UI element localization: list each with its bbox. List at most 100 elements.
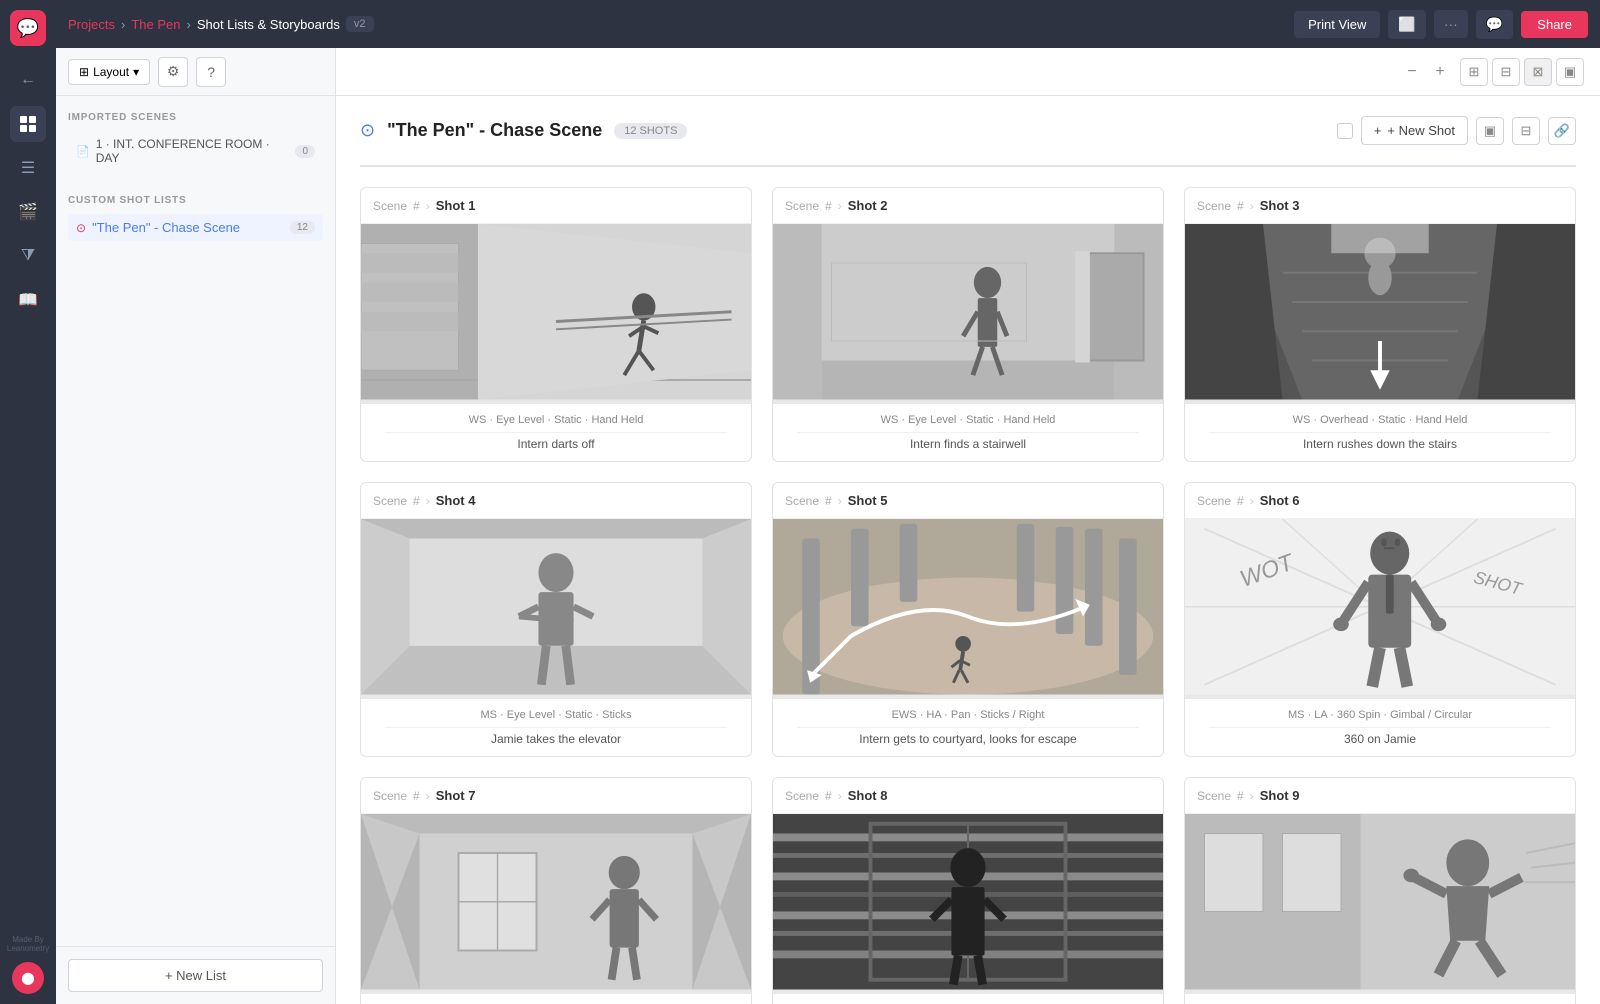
card-scene-label: Scene (373, 789, 407, 803)
layout-button[interactable]: ⊞ Layout ▾ (68, 59, 150, 85)
sidebar-icon-scenes[interactable]: 🎬 (10, 194, 46, 230)
shot-list-badge: 12 (290, 221, 315, 234)
scene-item[interactable]: 📄 1 · INT. CONFERENCE ROOM · DAY 0 (68, 131, 323, 171)
card-hash-label: # (413, 789, 420, 803)
print-view-button[interactable]: Print View (1294, 11, 1380, 38)
shot-thumbnail[interactable] (361, 519, 751, 699)
main-content: − + ⊞ ⊟ ⊠ ▣ ⊙ "The Pen" - Chase Scene 12… (336, 48, 1600, 1004)
breadcrumb-projects[interactable]: Projects (68, 17, 115, 32)
user-avatar[interactable]: ⬤ (12, 962, 44, 994)
sidebar-icon-book[interactable]: 📖 (10, 282, 46, 318)
breadcrumb-sep-2: › (186, 17, 190, 32)
card-scene-label: Scene (785, 789, 819, 803)
shot-label: Shot 4 (436, 493, 476, 508)
shot-label: Shot 9 (1260, 788, 1300, 803)
link-button[interactable]: 🔗 (1548, 117, 1576, 145)
shot-meta: WS · Eye Level · Static · Hand Held Inte… (773, 404, 1163, 461)
list-view-button[interactable]: ▣ (1556, 58, 1584, 86)
shots-count-badge: 12 SHOTS (614, 123, 687, 139)
shot-meta: WS · Eye Level · Static · Hand Held Inte… (361, 404, 751, 461)
shot-thumbnail[interactable] (773, 814, 1163, 994)
shot-thumbnail[interactable] (1185, 814, 1575, 994)
shot-card-header: Scene # › Shot 6 (1185, 483, 1575, 519)
scene-badge: 0 (295, 145, 315, 158)
scene-icon-head: ⊙ (360, 120, 375, 141)
more-options-button[interactable]: ··· (1434, 10, 1468, 38)
view-toolbar: − + ⊞ ⊟ ⊠ ▣ (336, 48, 1600, 96)
shot-list-name: "The Pen" - Chase Scene (92, 220, 240, 235)
grid-view-md-button[interactable]: ⊟ (1492, 58, 1520, 86)
shot-desc: 360 on Jamie (1197, 732, 1563, 746)
shot-meta: MS · Eye Level · Static · Sticks Jamie t… (361, 699, 751, 756)
card-scene-label: Scene (373, 199, 407, 213)
shot-meta: MS · LA · 360 Spin · Gimbal / Circular 3… (1185, 699, 1575, 756)
made-by-label: Made ByLeanometry (7, 935, 49, 954)
breadcrumb-project[interactable]: The Pen (131, 17, 180, 32)
scene-title: "The Pen" - Chase Scene (387, 120, 602, 141)
shot-tags: WS · Eye Level · Static · Hand Held (373, 414, 739, 426)
help-button[interactable]: ? (196, 57, 226, 87)
scene-header: ⊙ "The Pen" - Chase Scene 12 SHOTS + + N… (360, 116, 1576, 145)
zoom-in-button[interactable]: + (1428, 60, 1452, 84)
shot-meta (361, 994, 751, 1004)
grid-view-buttons: ⊞ ⊟ ⊠ ▣ (1460, 58, 1584, 86)
zoom-controls: − + (1400, 60, 1452, 84)
shot-card: Scene # › Shot 6 (1184, 482, 1576, 757)
app-logo[interactable]: 💬 (10, 10, 46, 46)
card-hash-label: # (825, 789, 832, 803)
imported-scenes-title: IMPORTED SCENES (68, 112, 323, 123)
grid-view-sm-button[interactable]: ⊞ (1460, 58, 1488, 86)
card-arrow-icon: › (426, 789, 430, 803)
shot-label: Shot 6 (1260, 493, 1300, 508)
shot-thumbnail[interactable] (361, 224, 751, 404)
shot-card-header: Scene # › Shot 1 (361, 188, 751, 224)
card-arrow-icon: › (1250, 494, 1254, 508)
shot-thumbnail[interactable] (773, 519, 1163, 699)
scene-doc-icon: 📄 (76, 145, 90, 158)
card-scene-label: Scene (1197, 789, 1231, 803)
shot-card: Scene # › Shot 3 (1184, 187, 1576, 462)
shot-list-item[interactable]: ⊙ "The Pen" - Chase Scene 12 (68, 214, 323, 241)
separator-button[interactable]: ⊟ (1512, 117, 1540, 145)
zoom-out-button[interactable]: − (1400, 60, 1424, 84)
shot-card-header: Scene # › Shot 3 (1185, 188, 1575, 224)
shot-card: Scene # › Shot 2 (772, 187, 1164, 462)
shot-thumbnail[interactable] (361, 814, 751, 994)
sidebar-icon-back[interactable]: ← (10, 62, 46, 98)
shot-thumbnail[interactable]: WOT SHOT (1185, 519, 1575, 699)
shot-card: Scene # › Shot 1 (360, 187, 752, 462)
select-all-checkbox[interactable] (1337, 123, 1353, 139)
shot-meta (1185, 994, 1575, 1004)
new-list-button[interactable]: + New List (68, 959, 323, 992)
settings-button[interactable]: ⚙ (158, 57, 188, 87)
shot-label: Shot 7 (436, 788, 476, 803)
export-button[interactable]: ⬜ (1388, 10, 1425, 39)
list-icon: ⊙ (76, 221, 86, 235)
filmstrip-button[interactable]: ▣ (1476, 117, 1504, 145)
card-hash-label: # (1237, 789, 1244, 803)
comment-button[interactable]: 💬 (1476, 10, 1513, 39)
share-button[interactable]: Share (1521, 11, 1588, 38)
shot-meta (773, 994, 1163, 1004)
scene-header-right: + + New Shot ▣ ⊟ 🔗 (1337, 116, 1576, 145)
panel-bottom: + New List (56, 946, 335, 1004)
card-scene-label: Scene (373, 494, 407, 508)
sidebar-icon-sliders[interactable]: ⧩ (10, 238, 46, 274)
custom-shot-lists-section: CUSTOM SHOT LISTS ⊙ "The Pen" - Chase Sc… (56, 179, 335, 249)
card-scene-label: Scene (785, 199, 819, 213)
card-hash-label: # (1237, 199, 1244, 213)
shot-tags: MS · LA · 360 Spin · Gimbal / Circular (1197, 709, 1563, 721)
layout-label: Layout (93, 65, 129, 79)
grid-view-lg-button[interactable]: ⊠ (1524, 58, 1552, 86)
top-bar-right: Print View ⬜ ··· 💬 Share (1294, 10, 1588, 39)
sidebar-icon-storyboard[interactable] (10, 106, 46, 142)
breadcrumb: Projects › The Pen › Shot Lists & Storyb… (68, 16, 374, 32)
shot-thumbnail[interactable] (773, 224, 1163, 404)
shot-thumbnail[interactable] (1185, 224, 1575, 404)
breadcrumb-sep-1: › (121, 17, 125, 32)
custom-shot-lists-title: CUSTOM SHOT LISTS (68, 195, 323, 206)
version-badge[interactable]: v2 (346, 16, 374, 32)
sidebar-icon-list[interactable]: ☰ (10, 150, 46, 186)
card-scene-label: Scene (1197, 494, 1231, 508)
new-shot-button[interactable]: + + New Shot (1361, 116, 1468, 145)
